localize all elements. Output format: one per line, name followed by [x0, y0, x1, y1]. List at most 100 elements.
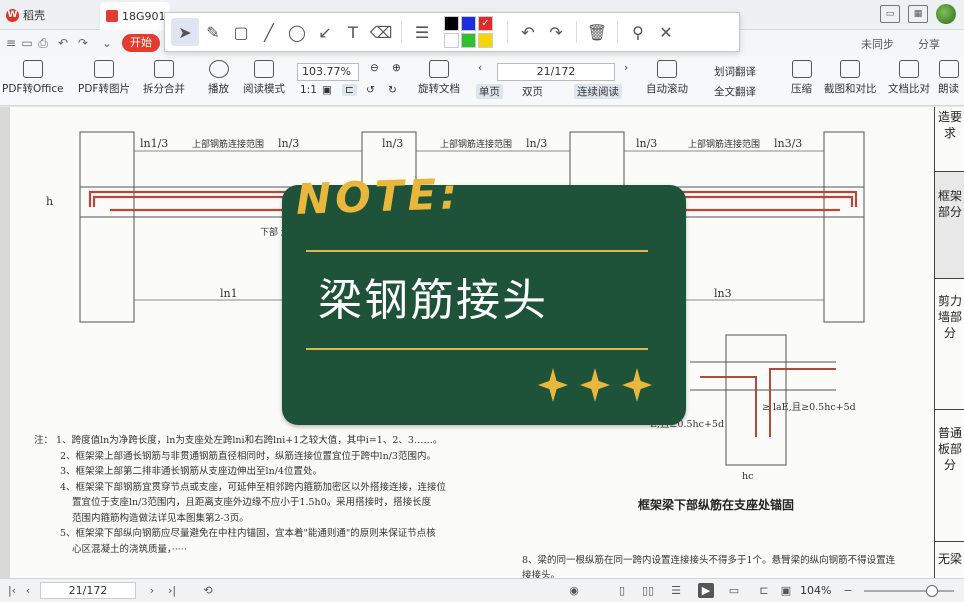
full-translate-button[interactable]: 全文翻译 [714, 84, 756, 99]
print-icon[interactable]: ⎙ [36, 36, 50, 50]
color-swatch-blue[interactable] [461, 16, 476, 31]
prev-page-icon[interactable]: ‹ [20, 583, 36, 598]
arrow-icon[interactable]: ↙ [311, 18, 339, 46]
side-tab-shear-wall[interactable]: 剪力墙部分 [935, 293, 964, 341]
search-icon[interactable]: ⚲ [624, 18, 652, 46]
open-folder-icon[interactable]: ▭ [20, 36, 34, 50]
notes-block: 注： 1、跨度值ln为净跨长度，ln为支座处左跨lni和右跨lni+1之较大值，… [34, 433, 464, 557]
rectangle-icon[interactable]: ▢ [227, 18, 255, 46]
continuous-read-button[interactable]: 连续阅读 [574, 84, 622, 99]
zoom-out-icon[interactable]: ⊖ [370, 62, 379, 74]
eraser-icon[interactable]: ⌫ [367, 18, 395, 46]
pdf-convert-icon [22, 60, 43, 78]
zoom-slider-handle[interactable] [926, 585, 938, 597]
rotate-doc-icon [429, 60, 449, 78]
color-swatch-black[interactable] [444, 16, 459, 31]
note-sparkles [538, 368, 652, 402]
detail-caption: 框架梁下部纵筋在支座处锚固 [638, 498, 795, 512]
fit-page-icon[interactable]: ▣ [322, 84, 332, 96]
dim-label-h: h [46, 195, 53, 208]
side-tab-frame[interactable]: 框架部分 [935, 172, 964, 278]
window-controls: ▭ ▦ [880, 4, 956, 24]
dim-label-hc: hc [742, 471, 753, 482]
select-pointer-icon[interactable]: ➤ [171, 18, 199, 46]
auto-scroll-button[interactable]: 自动滚动 [646, 60, 688, 96]
play-button[interactable]: 播放 [208, 60, 229, 96]
zoom-select[interactable]: 103.77% [297, 63, 359, 81]
fit-width-icon[interactable]: ⊏ [756, 583, 772, 598]
split-merge-button[interactable]: 拆分合并 [143, 60, 185, 96]
rotate-right-icon[interactable]: ↻ [388, 84, 397, 96]
pen-icon[interactable]: ✎ [199, 18, 227, 46]
double-page-view-icon[interactable]: ▯▯ [640, 583, 656, 598]
layout-toggle-icon[interactable]: ▭ [880, 5, 900, 23]
play-icon[interactable]: ▶ [698, 583, 714, 598]
start-button[interactable]: 开始 [122, 34, 160, 52]
single-page-button[interactable]: 单页 [476, 84, 503, 99]
undo-icon[interactable]: ↶ [56, 36, 70, 50]
actual-size-icon[interactable]: 1:1 [300, 84, 317, 96]
avatar[interactable] [936, 4, 956, 24]
fit-page-icon[interactable]: ▣ [778, 583, 794, 598]
line-icon[interactable]: ╱ [255, 18, 283, 46]
app-tab-docer[interactable]: W 稻壳 [0, 0, 96, 30]
dim-label-ln-3-a: ln/3 [278, 137, 299, 150]
trash-icon[interactable]: 🗑 [583, 18, 611, 46]
pdf-to-office-button[interactable]: PDF转Office [2, 60, 64, 96]
read-aloud-button[interactable]: 朗读 [938, 60, 959, 96]
back-icon[interactable]: ⟲ [200, 583, 216, 598]
close-icon[interactable]: ✕ [652, 18, 680, 46]
compress-button[interactable]: 压缩 [791, 60, 812, 96]
color-swatch-green[interactable] [461, 33, 476, 48]
dropdown-icon[interactable]: ⌄ [100, 36, 114, 50]
document-tab[interactable]: 18G901 [100, 2, 170, 30]
tab-grid-icon[interactable]: ▦ [908, 5, 928, 23]
next-page-icon[interactable]: › [144, 583, 160, 598]
eye-icon[interactable]: ◉ [566, 583, 582, 598]
zoom-level[interactable]: 104% [800, 584, 831, 597]
play-icon [208, 60, 229, 78]
side-tab-slab[interactable]: 普通板部分 [935, 425, 964, 473]
note-line: 5、框架梁下部纵向钢筋应尽量避免在中柱内锚固，宜本着"能通则通"的原则来保证节点… [60, 528, 436, 539]
redo-icon[interactable]: ↷ [76, 36, 90, 50]
ellipse-icon[interactable]: ◯ [283, 18, 311, 46]
share-button[interactable]: 分享 [918, 36, 940, 52]
line-weight-icon[interactable]: ☰ [408, 18, 436, 46]
page-number-input[interactable]: 21/172 [497, 63, 615, 81]
zoom-in-icon[interactable]: ⊕ [392, 62, 401, 74]
sync-status[interactable]: 未同步 [861, 36, 894, 52]
redo-icon[interactable]: ↷ [542, 18, 570, 46]
double-page-button[interactable]: 双页 [522, 84, 543, 99]
last-page-icon[interactable]: ›| [164, 583, 180, 598]
word-translate-button[interactable]: 划词翻译 [714, 64, 756, 79]
menu-icon[interactable]: ≡ [4, 36, 18, 50]
split-merge-icon [154, 60, 174, 78]
first-page-icon[interactable]: |‹ [4, 583, 20, 598]
side-tab-divider [935, 541, 964, 542]
next-page-icon[interactable]: › [624, 62, 628, 74]
single-page-view-icon[interactable]: ▯ [614, 583, 630, 598]
status-page-input[interactable]: 21/172 [40, 582, 136, 599]
color-swatch-white[interactable] [444, 33, 459, 48]
doc-compare-button[interactable]: 文档比对 [888, 60, 930, 96]
read-mode-icon[interactable]: ▭ [726, 583, 742, 598]
text-tool-icon[interactable]: T [339, 18, 367, 46]
document-tab-label: 18G901 [122, 9, 166, 23]
read-mode-button[interactable]: 阅读模式 [243, 60, 285, 96]
side-tab-construction-req[interactable]: 造要求 [935, 109, 964, 141]
fit-width-icon[interactable]: ⊏ [342, 84, 357, 96]
screenshot-compare-button[interactable]: 截图和对比 [824, 60, 877, 96]
ribbon-toolbar: PDF转Office PDF转图片 拆分合并 播放 阅读模式 103.77% ⊖… [0, 56, 964, 106]
rotate-doc-button[interactable]: 旋转文档 [418, 60, 460, 96]
undo-icon[interactable]: ↶ [514, 18, 542, 46]
color-swatch-yellow[interactable] [478, 33, 493, 48]
zoom-out-icon[interactable]: − [840, 583, 856, 598]
pdf-to-image-button[interactable]: PDF转图片 [78, 60, 130, 96]
prev-page-icon[interactable]: ‹ [478, 62, 482, 74]
side-tab-beamless[interactable]: 无梁 [935, 551, 964, 567]
continuous-view-icon[interactable]: ☰ [668, 583, 684, 598]
rotate-left-icon[interactable]: ↺ [366, 84, 375, 96]
zoom-slider[interactable] [864, 590, 954, 592]
color-swatch-red[interactable]: ✓ [478, 16, 493, 31]
note-underline-top [306, 250, 648, 252]
